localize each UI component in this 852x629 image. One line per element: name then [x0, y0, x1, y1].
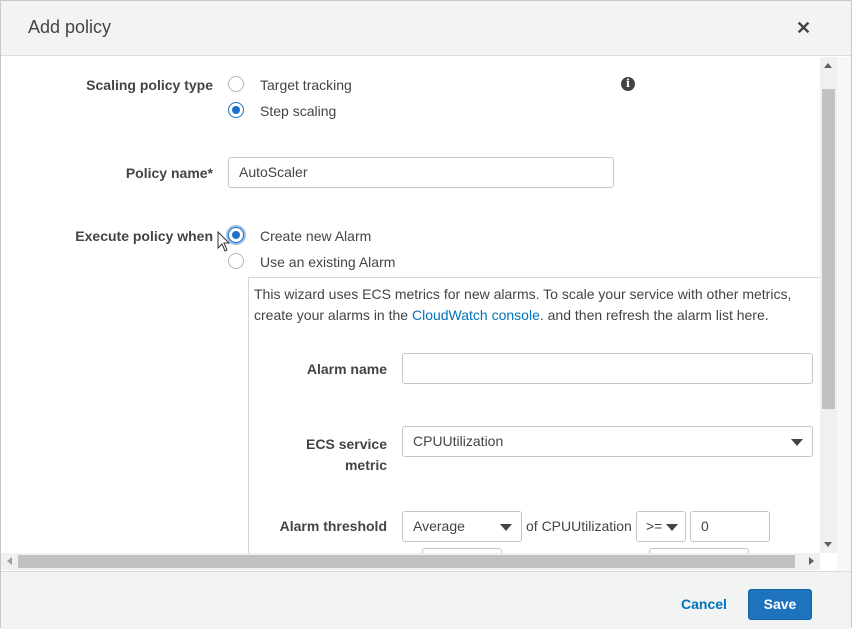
right-edge-strip: [837, 57, 851, 571]
cancel-button[interactable]: Cancel: [681, 596, 727, 612]
policy-name-label: Policy name*: [125, 165, 213, 181]
radio-target-tracking-label[interactable]: Target tracking: [260, 77, 352, 93]
scroll-right-icon[interactable]: [809, 557, 814, 565]
radio-use-existing-alarm-label[interactable]: Use an existing Alarm: [260, 254, 395, 270]
horizontal-scrollbar-thumb[interactable]: [18, 555, 795, 568]
alarm-threshold-value-input[interactable]: 0: [690, 511, 770, 542]
horizontal-scrollbar[interactable]: [1, 553, 820, 570]
alarm-threshold-statistic-select[interactable]: Average: [402, 511, 522, 542]
dialog-header: Add policy ✕: [1, 1, 851, 56]
alarm-threshold-label: Alarm threshold: [279, 518, 387, 534]
dialog-body: Scaling policy type Target tracking Step…: [1, 57, 820, 553]
vertical-scrollbar-thumb[interactable]: [822, 89, 835, 409]
alarm-name-input[interactable]: [402, 353, 813, 384]
of-cpuutilization-text: of CPUUtilization: [526, 518, 632, 534]
chevron-down-icon: [791, 439, 803, 446]
vertical-scrollbar[interactable]: [820, 57, 837, 553]
ecs-service-metric-label: ECS service metric: [271, 434, 387, 476]
radio-step-scaling-label[interactable]: Step scaling: [260, 103, 336, 119]
radio-step-scaling[interactable]: [228, 102, 244, 118]
scaling-policy-type-label: Scaling policy type: [86, 77, 213, 93]
execute-policy-when-label: Execute policy when: [75, 228, 213, 244]
dialog-footer: Cancel Save: [1, 571, 851, 629]
radio-use-existing-alarm[interactable]: [228, 253, 244, 269]
ecs-service-metric-value: CPUUtilization: [413, 433, 504, 449]
wizard-description: This wizard uses ECS metrics for new ala…: [254, 284, 794, 326]
scroll-left-icon[interactable]: [7, 557, 12, 565]
info-icon[interactable]: i: [621, 77, 635, 91]
policy-name-input[interactable]: AutoScaler: [228, 157, 614, 188]
radio-target-tracking[interactable]: [228, 76, 244, 92]
ecs-service-metric-label-line1: ECS service: [306, 436, 387, 452]
alarm-threshold-operator-select[interactable]: >=: [636, 511, 686, 542]
add-policy-dialog: Add policy ✕ Scaling policy type Target …: [0, 0, 852, 629]
alarm-name-label: Alarm name: [306, 361, 387, 377]
alarm-threshold-statistic-value: Average: [413, 518, 465, 534]
cloudwatch-console-link[interactable]: CloudWatch console: [412, 307, 540, 323]
chevron-down-icon: [666, 524, 678, 531]
ecs-service-metric-label-line2: metric: [344, 457, 387, 473]
scroll-up-icon[interactable]: [824, 63, 832, 68]
save-button[interactable]: Save: [748, 589, 812, 620]
mouse-cursor-icon: [217, 231, 231, 252]
close-icon[interactable]: ✕: [796, 18, 811, 38]
dialog-title: Add policy: [28, 17, 112, 37]
radio-create-new-alarm-label[interactable]: Create new Alarm: [260, 228, 371, 244]
alarm-threshold-operator-value: >=: [646, 518, 663, 534]
chevron-down-icon: [500, 524, 512, 531]
wizard-text-part2: . and then refresh the alarm list here.: [539, 307, 769, 323]
scroll-down-icon[interactable]: [824, 542, 832, 547]
ecs-service-metric-select[interactable]: CPUUtilization: [402, 426, 813, 457]
